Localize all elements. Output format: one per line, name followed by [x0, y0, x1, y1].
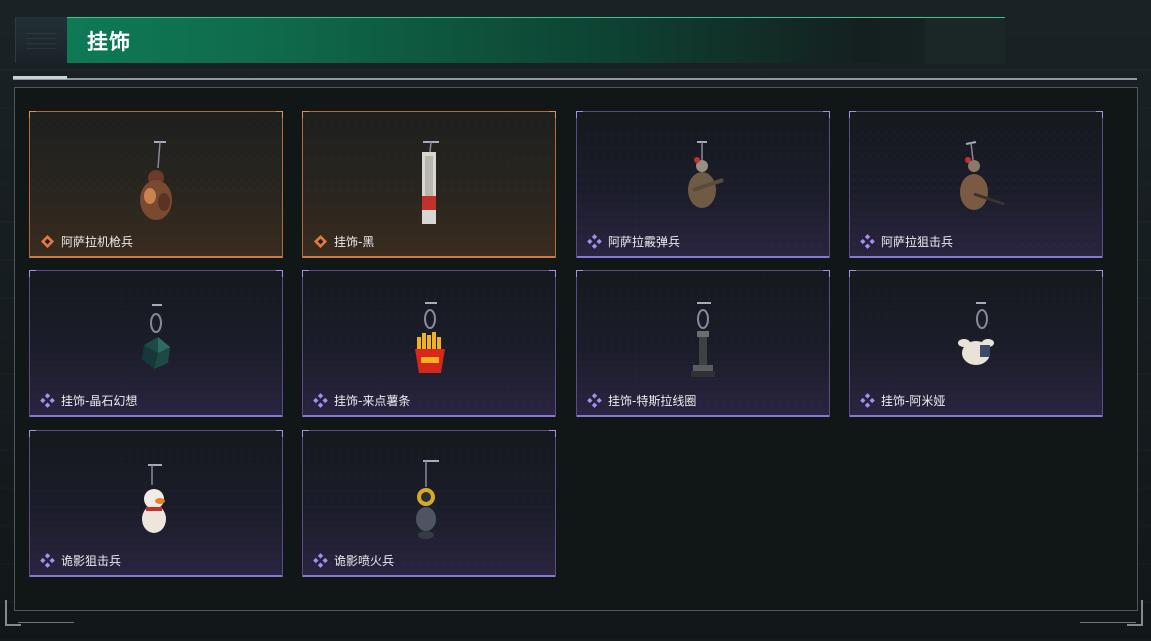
footer-line-left [18, 622, 74, 623]
footer-line-right [1080, 622, 1136, 623]
item-card[interactable]: 挂饰-来点薯条 [302, 270, 556, 417]
item-name: 挂饰-来点薯条 [334, 394, 411, 408]
header-divider [13, 78, 1137, 80]
soldier-charm-icon [140, 141, 172, 220]
item-card[interactable]: 挂饰-晶石幻想 [29, 270, 283, 417]
soldier-charm-icon [960, 141, 1005, 210]
item-label-row: 挂饰-特斯拉线圈 [587, 392, 696, 409]
item-label-row: 挂饰-阿米娅 [860, 392, 945, 409]
item-label-row: 阿萨拉狙击兵 [860, 233, 953, 250]
header-emblem [15, 17, 68, 63]
item-card[interactable]: 挂饰-黑 [302, 111, 556, 258]
item-label-row: 阿萨拉机枪兵 [40, 233, 133, 250]
item-label-row: 阿萨拉霰弹兵 [587, 233, 680, 250]
item-label-row: 挂饰-晶石幻想 [40, 392, 137, 409]
section-header: 挂饰 [15, 17, 1005, 64]
rarity-purple-icon [860, 234, 875, 249]
header-end-chip [925, 18, 1005, 64]
rarity-purple-icon [40, 553, 55, 568]
soldier-charm-icon [688, 141, 724, 208]
item-name: 阿萨拉霰弹兵 [608, 235, 681, 249]
rarity-purple-icon [587, 393, 602, 408]
item-label-row: 挂饰-黑 [313, 233, 374, 250]
rarity-orange-icon [40, 234, 55, 249]
item-name: 诡影狙击兵 [61, 554, 122, 568]
item-name: 挂饰-特斯拉线圈 [608, 394, 697, 408]
item-name: 阿萨拉狙击兵 [881, 235, 954, 249]
crystal-cube-charm-icon [142, 304, 170, 369]
item-name: 诡影喷火兵 [334, 554, 395, 568]
item-card[interactable]: 诡影狙击兵 [29, 430, 283, 577]
item-name: 挂饰-晶石幻想 [61, 394, 138, 408]
item-label-row: 诡影喷火兵 [313, 552, 394, 569]
rarity-purple-icon [860, 393, 875, 408]
tesla-coil-charm-icon [691, 302, 715, 377]
rarity-orange-icon [313, 234, 328, 249]
item-label-row: 诡影狙击兵 [40, 552, 121, 569]
fries-charm-icon [415, 302, 445, 373]
item-label-row: 挂饰-来点薯条 [313, 392, 410, 409]
item-name: 挂饰-黑 [334, 235, 375, 249]
rarity-purple-icon [313, 553, 328, 568]
header-bar [67, 17, 1005, 64]
blade-tag-charm-icon [422, 141, 439, 224]
astronaut-charm-icon [416, 460, 439, 539]
rarity-purple-icon [587, 234, 602, 249]
page-title: 挂饰 [87, 30, 131, 54]
item-card[interactable]: 挂饰-特斯拉线圈 [576, 270, 830, 417]
item-card[interactable]: 阿萨拉机枪兵 [29, 111, 283, 258]
rarity-purple-icon [313, 393, 328, 408]
item-card[interactable]: 诡影喷火兵 [302, 430, 556, 577]
duck-charm-icon [142, 464, 166, 533]
item-card[interactable]: 阿萨拉霰弹兵 [576, 111, 830, 258]
item-name: 挂饰-阿米娅 [881, 394, 946, 408]
rarity-purple-icon [40, 393, 55, 408]
plush-charm-icon [958, 302, 994, 365]
item-name: 阿萨拉机枪兵 [61, 235, 134, 249]
item-card[interactable]: 挂饰-阿米娅 [849, 270, 1103, 417]
header-divider-accent [13, 76, 67, 79]
item-card[interactable]: 阿萨拉狙击兵 [849, 111, 1103, 258]
